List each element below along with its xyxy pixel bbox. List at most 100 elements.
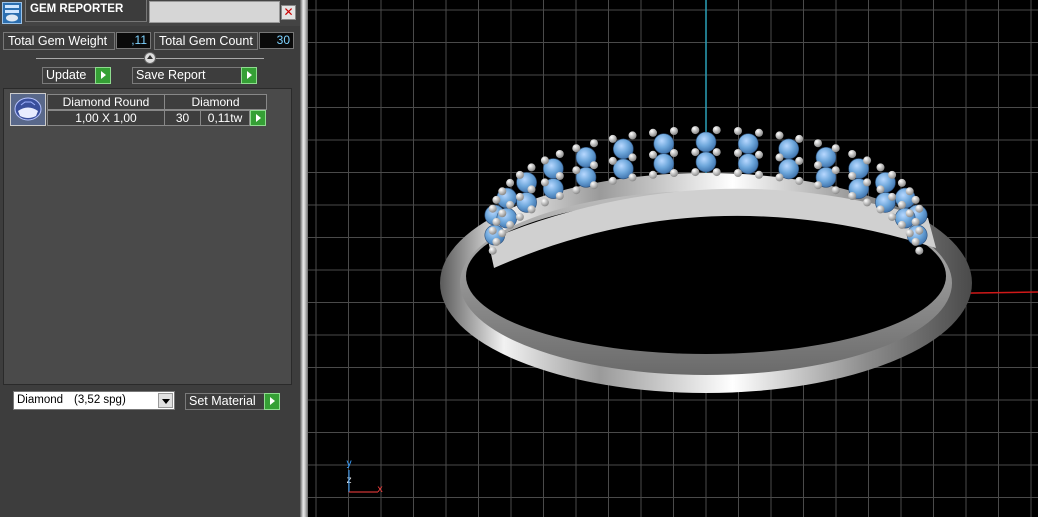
prong-bead — [831, 144, 840, 153]
prong-bead — [628, 173, 637, 182]
prong-bead — [492, 217, 501, 226]
prong-bead — [915, 246, 924, 255]
prong-bead — [795, 156, 804, 165]
prong-bead — [775, 131, 784, 140]
prong-bead — [572, 166, 581, 175]
prong-bead — [712, 148, 721, 157]
prong-bead — [911, 217, 920, 226]
prong-bead — [911, 237, 920, 246]
play-arrow-icon — [95, 67, 111, 84]
gem-stone — [695, 131, 717, 153]
prong-bead — [775, 153, 784, 162]
prong-bead — [488, 204, 497, 213]
update-button[interactable]: Update — [42, 67, 111, 84]
gem-reporter-panel: GEM REPORTER ✕ Total Gem Weight ,11 Tota… — [0, 0, 300, 517]
viewport-canvas[interactable] — [308, 0, 1038, 517]
chevron-down-icon[interactable] — [158, 393, 173, 408]
prong-bead — [555, 192, 564, 200]
prong-bead — [515, 170, 524, 179]
gem-report-list — [3, 88, 292, 385]
prong-bead — [608, 176, 617, 185]
prong-bead — [795, 176, 804, 185]
prong-bead — [876, 163, 885, 172]
prong-bead — [831, 166, 840, 175]
3d-viewport[interactable]: y z x — [308, 0, 1038, 517]
material-dropdown[interactable]: Diamond (3,52 spg) — [13, 391, 175, 410]
prong-bead — [590, 161, 598, 170]
ring-model[interactable] — [440, 126, 972, 393]
prong-bead — [691, 126, 700, 135]
save-report-button-label: Save Report — [136, 68, 206, 82]
material-name: Diamond — [17, 394, 64, 406]
total-gem-weight-label: Total Gem Weight — [3, 32, 115, 50]
prong-bead — [515, 192, 524, 201]
prong-bead — [691, 148, 700, 157]
prong-bead — [527, 163, 536, 172]
prong-bead — [876, 185, 885, 194]
prong-bead — [670, 169, 678, 177]
collapse-toggle-icon[interactable] — [144, 52, 156, 64]
prong-bead — [831, 186, 840, 195]
prong-bead — [488, 226, 497, 235]
prong-bead — [897, 178, 906, 187]
total-gem-count-value: 30 — [259, 32, 294, 49]
column-header-material: Diamond — [164, 94, 267, 110]
prong-bead — [540, 178, 549, 187]
prong-bead — [911, 195, 920, 204]
prong-bead — [572, 186, 581, 195]
prong-bead — [670, 149, 678, 157]
prong-bead — [863, 178, 872, 187]
row-weight-cell: 0,11tw — [200, 110, 250, 126]
prong-bead — [888, 192, 897, 201]
prong-bead — [755, 128, 763, 137]
prong-bead — [795, 134, 804, 143]
prong-bead — [506, 178, 515, 187]
window-title: GEM REPORTER — [25, 0, 147, 22]
prong-bead — [734, 169, 742, 177]
update-button-label: Update — [46, 68, 87, 82]
row-select-button[interactable] — [250, 110, 266, 126]
close-icon[interactable]: ✕ — [281, 5, 296, 20]
prong-bead — [527, 205, 536, 214]
prong-bead — [691, 168, 700, 177]
column-header-shape: Diamond Round — [47, 94, 165, 110]
prong-bead — [848, 192, 857, 200]
set-material-button-label: Set Material — [189, 394, 256, 408]
prong-bead — [649, 150, 657, 159]
title-drag-area[interactable] — [149, 1, 280, 23]
play-arrow-icon — [264, 393, 280, 410]
prong-bead — [915, 204, 924, 213]
prong-bead — [498, 187, 507, 196]
material-specific-gravity: (3,52 spg) — [74, 394, 126, 406]
prong-bead — [734, 127, 742, 135]
prong-bead — [915, 226, 924, 235]
prong-bead — [848, 150, 857, 158]
prong-bead — [897, 220, 906, 229]
prong-bead — [572, 144, 581, 153]
prong-bead — [492, 237, 501, 246]
prong-bead — [712, 126, 721, 135]
prong-bead — [734, 149, 742, 157]
prong-bead — [555, 172, 564, 180]
prong-bead — [590, 181, 598, 190]
set-material-button[interactable]: Set Material — [185, 393, 280, 410]
prong-bead — [712, 168, 721, 177]
prong-bead — [628, 153, 637, 162]
panel-splitter[interactable] — [300, 0, 308, 517]
prong-bead — [498, 209, 507, 218]
prong-bead — [848, 172, 857, 180]
title-bar: GEM REPORTER ✕ — [0, 0, 300, 26]
prong-bead — [498, 229, 507, 238]
total-gem-count-label: Total Gem Count — [154, 32, 258, 50]
save-report-button[interactable]: Save Report — [132, 67, 257, 84]
prong-bead — [590, 139, 598, 148]
prong-bead — [628, 131, 637, 140]
prong-bead — [905, 187, 914, 196]
total-gem-weight-value: ,11 — [116, 32, 151, 49]
play-arrow-icon — [241, 67, 257, 84]
prong-bead — [540, 156, 549, 165]
prong-bead — [540, 198, 549, 207]
prong-bead — [527, 185, 536, 194]
prong-bead — [897, 200, 906, 209]
prong-bead — [814, 161, 822, 170]
